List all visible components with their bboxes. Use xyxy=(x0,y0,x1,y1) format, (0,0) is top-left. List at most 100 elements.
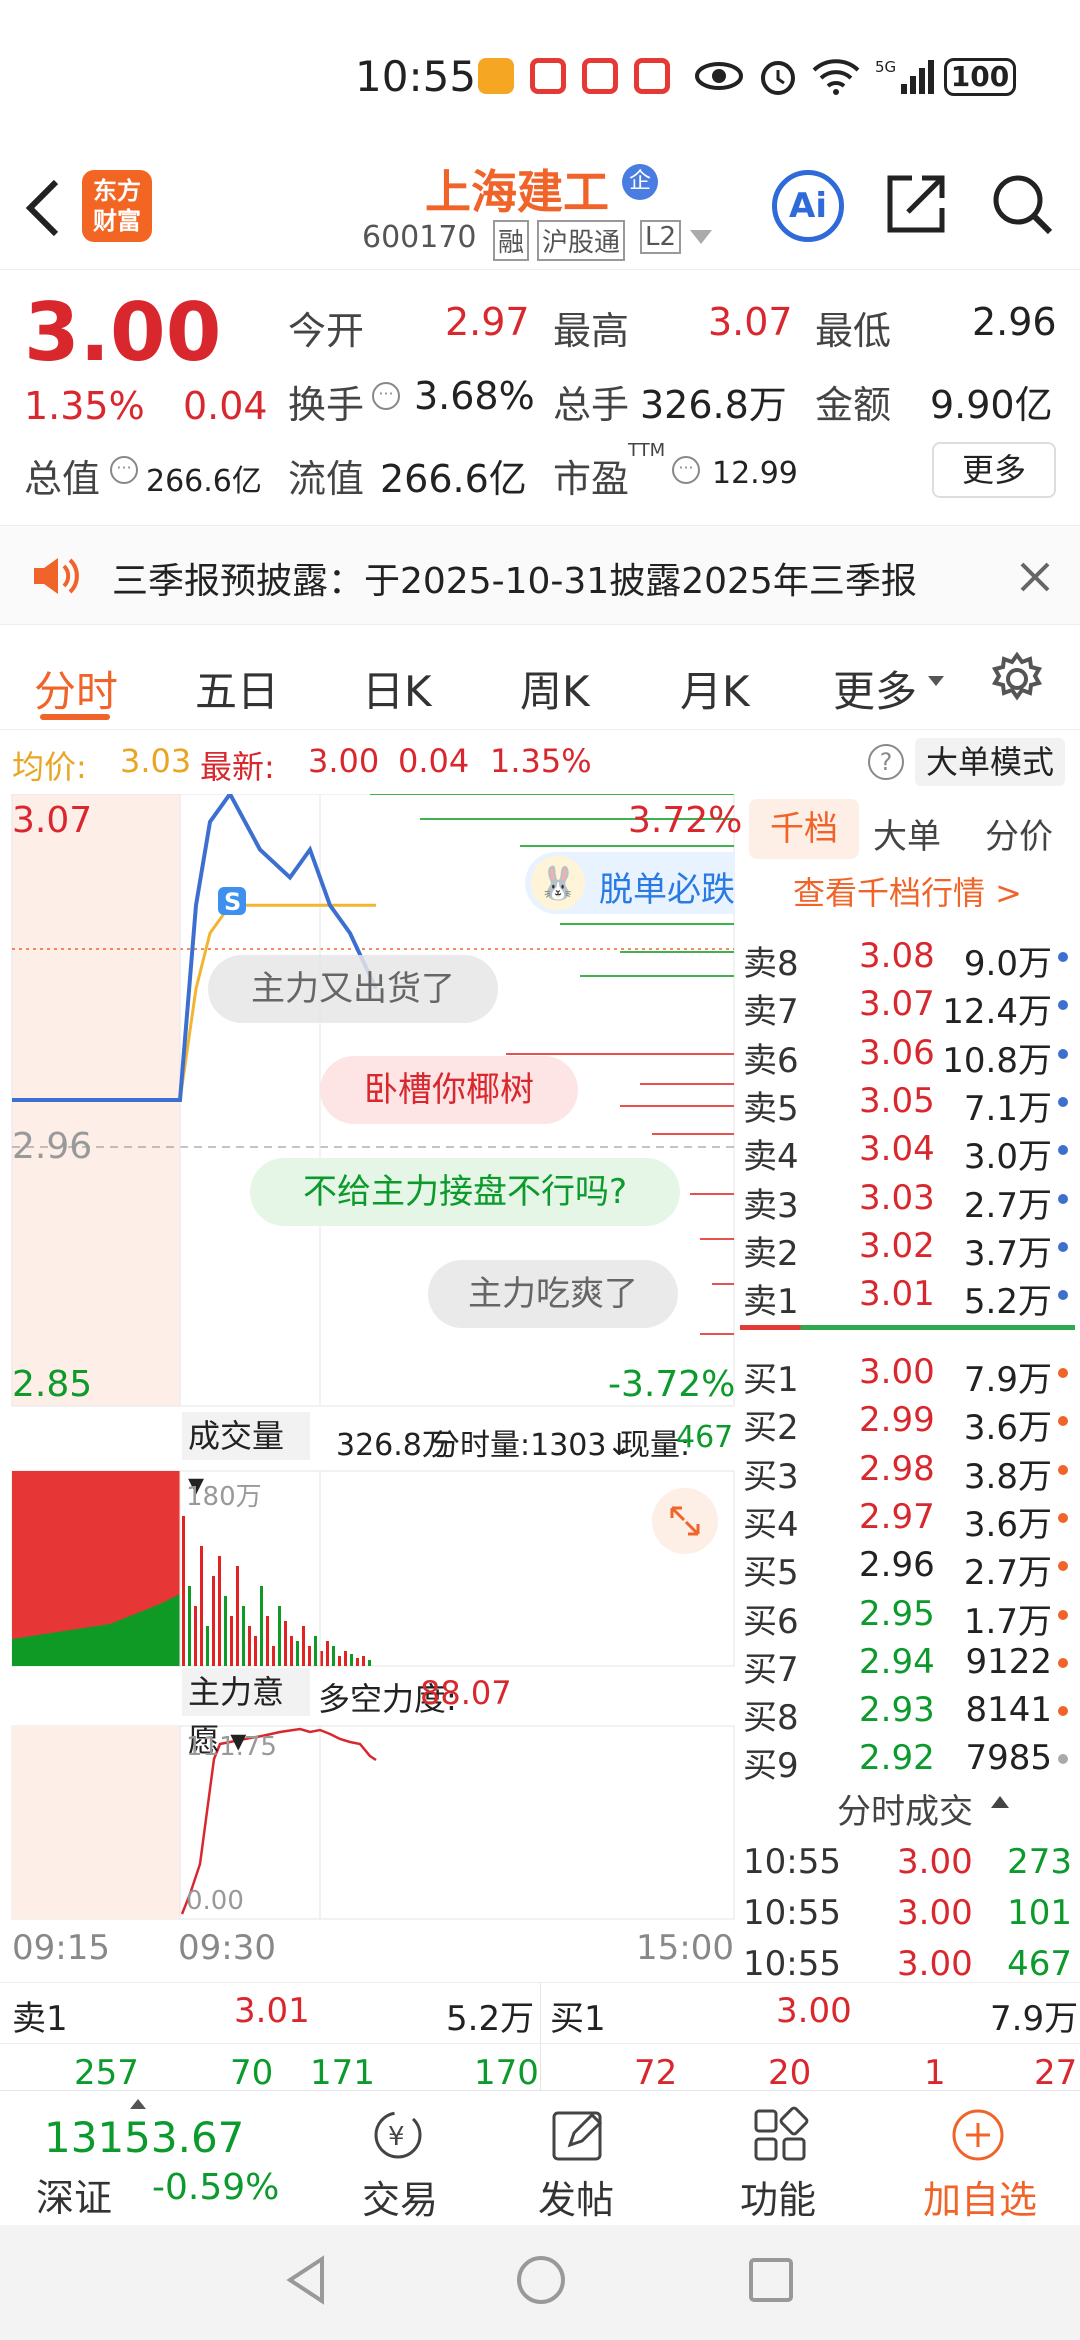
chart-tabs: 分时 五日 日K 周K 月K 更多 xyxy=(0,628,1080,730)
bid-row[interactable]: 买1 3.00 7.9万 xyxy=(735,1348,1080,1400)
trade-volume: 467 xyxy=(1007,1944,1072,1984)
order-dot-icon xyxy=(1058,952,1068,962)
danmu-comment[interactable]: 主力吃爽了 xyxy=(428,1260,678,1328)
ask-row[interactable]: 卖5 3.05 7.1万 xyxy=(735,1077,1080,1129)
index-widget[interactable]: 13153.67 深证 -0.59% xyxy=(0,2091,300,2226)
bid-row[interactable]: 买3 2.98 3.8万 xyxy=(735,1445,1080,1497)
intent-selector[interactable]: 主力意愿 ▾ xyxy=(182,1668,310,1759)
volume-bar xyxy=(224,1596,227,1666)
avg-label: 均价: xyxy=(12,748,87,786)
big-order-mode-button[interactable]: 大单模式 xyxy=(915,738,1065,786)
level-volume: 3.6万 xyxy=(963,1504,1052,1545)
help-icon[interactable]: ? xyxy=(868,744,904,780)
search-icon[interactable] xyxy=(990,172,1054,236)
level-label: 卖2 xyxy=(743,1233,799,1274)
buy1-label: 买1 xyxy=(550,1999,606,2039)
danmu-comment[interactable]: 不给主力接盘不行吗? xyxy=(250,1158,680,1226)
level-volume: 7985 xyxy=(965,1738,1052,1779)
bid-row[interactable]: 买6 2.95 1.7万 xyxy=(735,1590,1080,1642)
tab-five-day[interactable]: 五日 xyxy=(195,658,279,719)
ask-row[interactable]: 卖1 3.01 5.2万 xyxy=(735,1270,1080,1322)
nav-trade[interactable]: ¥ 交易 xyxy=(330,2091,470,2226)
level-volume: 3.8万 xyxy=(963,1456,1052,1497)
expand-button[interactable] xyxy=(652,1488,718,1554)
promo-pill[interactable]: 🐰 脱单必跌 xyxy=(525,852,735,914)
danmu-comment[interactable]: 卧槽你椰树 xyxy=(320,1056,578,1124)
notice-bar[interactable]: 三季报预披露：于2025-10-31披露2025年三季报 xyxy=(0,525,1080,625)
system-nav xyxy=(0,2225,1080,2340)
volume-bar xyxy=(332,1646,335,1666)
expand-icon xyxy=(670,1506,700,1536)
tab-intraday[interactable]: 分时 xyxy=(34,658,118,719)
nav-post[interactable]: 发帖 xyxy=(506,2091,646,2226)
bid-row[interactable]: 买5 2.96 2.7万 xyxy=(735,1541,1080,1593)
x-axis-open: 09:30 xyxy=(178,1928,276,1968)
tab-price-dist[interactable]: 分价 xyxy=(985,809,1053,858)
ask-row[interactable]: 卖2 3.02 3.7万 xyxy=(735,1222,1080,1274)
sell1-price: 3.01 xyxy=(234,1991,310,2031)
status-bar: 10:55 5G 100 xyxy=(0,0,1080,150)
tab-daily-k[interactable]: 日K xyxy=(362,658,432,719)
volume-bar xyxy=(188,1586,191,1666)
back-icon[interactable] xyxy=(22,178,62,238)
more-button[interactable]: 更多 xyxy=(932,442,1056,498)
close-icon[interactable] xyxy=(1018,560,1052,594)
nav-features[interactable]: 功能 xyxy=(708,2091,848,2226)
view-thousand-link[interactable]: 查看千档行情 > xyxy=(793,868,1022,914)
level-price: 2.93 xyxy=(859,1690,935,1731)
level-price: 3.02 xyxy=(859,1225,935,1266)
index-value: 13153.67 xyxy=(44,2113,245,2162)
danmu-comment[interactable]: 主力又出货了 xyxy=(208,955,498,1023)
trade-icon: ¥ xyxy=(374,2111,422,2159)
info-icon[interactable]: ··· xyxy=(372,382,400,410)
back-triangle-icon[interactable] xyxy=(282,2253,332,2307)
order-dot-icon xyxy=(1058,1000,1068,1011)
ask-row[interactable]: 卖4 3.04 3.0万 xyxy=(735,1125,1080,1177)
intraday-chart[interactable]: 均价: 3.03 最新: 3.00 0.04 1.35% ? 大单模式 S 3.… xyxy=(0,730,1065,1980)
share-icon[interactable] xyxy=(884,172,948,236)
trade-time: 10:55 xyxy=(743,1842,841,1882)
gear-icon[interactable] xyxy=(990,652,1044,706)
ask-row[interactable]: 卖7 3.07 12.4万 xyxy=(735,980,1080,1032)
rabbit-icon: 🐰 xyxy=(531,856,585,910)
ai-button[interactable]: Ai xyxy=(772,170,844,242)
level-price: 2.98 xyxy=(859,1448,935,1489)
chevron-down-icon[interactable] xyxy=(690,230,712,244)
level-price: 3.03 xyxy=(859,1177,935,1218)
level-label: 卖1 xyxy=(743,1282,799,1323)
volume-bar xyxy=(284,1621,287,1666)
info-icon[interactable]: ··· xyxy=(110,456,138,484)
tab-more[interactable]: 更多 xyxy=(833,658,917,719)
tab-weekly-k[interactable]: 周K xyxy=(520,658,590,719)
bid-row[interactable]: 买2 2.99 3.6万 xyxy=(735,1396,1080,1448)
add-watchlist-button[interactable]: 加自选 xyxy=(900,2091,1060,2226)
bid-row[interactable]: 买8 2.93 8141 xyxy=(735,1686,1080,1738)
info-icon[interactable]: ··· xyxy=(672,456,700,484)
level-label: 卖4 xyxy=(743,1137,799,1178)
volume-bar xyxy=(254,1636,257,1666)
level-price: 2.95 xyxy=(859,1593,935,1634)
home-circle-icon[interactable] xyxy=(514,2253,568,2307)
float-label: 流值 xyxy=(288,457,365,501)
trade-volume: 101 xyxy=(1007,1893,1072,1933)
turnover-value: 3.68% xyxy=(414,374,535,418)
tab-thousand-level[interactable]: 千档 xyxy=(749,799,859,859)
ask-row[interactable]: 卖8 3.08 9.0万 xyxy=(735,932,1080,984)
trade-time: 10:55 xyxy=(743,1944,841,1984)
level-label: 买1 xyxy=(743,1360,799,1400)
recents-square-icon[interactable] xyxy=(746,2255,796,2305)
bid-row[interactable]: 买4 2.97 3.6万 xyxy=(735,1493,1080,1545)
volume-bar xyxy=(368,1660,371,1666)
level-price: 2.92 xyxy=(859,1738,935,1779)
bid-row[interactable]: 买7 2.94 9122 xyxy=(735,1638,1080,1690)
bid-row[interactable]: 买9 2.92 7985 xyxy=(735,1734,1080,1786)
ask-row[interactable]: 卖6 3.06 10.8万 xyxy=(735,1029,1080,1081)
ask-row[interactable]: 卖3 3.03 2.7万 xyxy=(735,1174,1080,1226)
volume-selector[interactable]: 成交量 ▾ xyxy=(182,1412,310,1503)
volume-bar xyxy=(314,1636,317,1666)
tab-monthly-k[interactable]: 月K xyxy=(680,658,750,719)
trades-header[interactable]: 分时成交 xyxy=(735,1780,1080,1836)
volume-bar xyxy=(272,1646,275,1666)
volume-bar xyxy=(194,1606,197,1666)
tab-big-order[interactable]: 大单 xyxy=(873,809,941,858)
